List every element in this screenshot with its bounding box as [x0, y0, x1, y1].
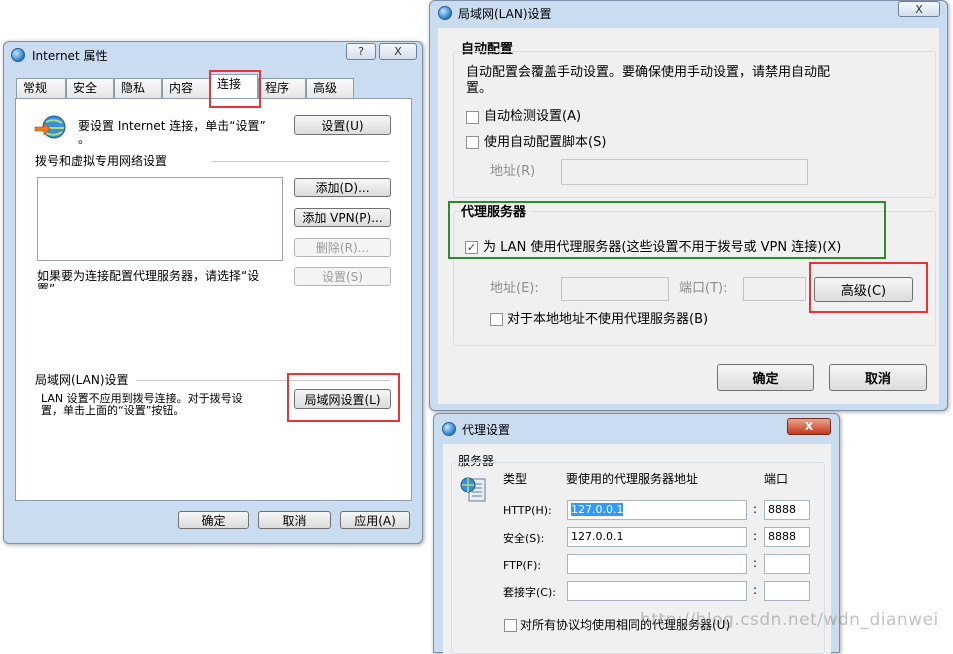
lan-ok-button[interactable]: 确定	[717, 364, 814, 391]
inet-title: Internet 属性	[32, 49, 108, 63]
tab-advanced[interactable]: 高级	[306, 78, 354, 98]
add-connection-button[interactable]: 添加(D)...	[294, 178, 391, 197]
add-vpn-button[interactable]: 添加 VPN(P)...	[294, 208, 391, 227]
tab-programs[interactable]: 程序	[258, 78, 306, 98]
setup-button[interactable]: 设置(U)	[294, 115, 391, 135]
http-port-input[interactable]: 8888	[764, 500, 810, 520]
secure-address-input[interactable]: 127.0.0.1	[567, 527, 747, 547]
help-button[interactable]: ?	[346, 43, 376, 60]
internet-properties-window: Internet 属性 ? X 常规 安全 隐私 内容 程序 高级 连接 要设置…	[3, 41, 423, 544]
proxy-hint-cont: 置”。	[37, 282, 68, 289]
apply-button[interactable]: 应用(A)	[340, 511, 410, 529]
close-icon[interactable]: X	[379, 43, 417, 60]
ftp-colon: :	[753, 556, 758, 570]
col-address-header: 要使用的代理服务器地址	[566, 472, 699, 486]
lan-description-cont: 置，单击上面的“设置”按钮。	[41, 404, 185, 417]
proxy-port-label: 端口(T):	[679, 281, 728, 296]
socks-type-label: 套接字(C):	[503, 586, 556, 599]
auto-detect-label[interactable]: 自动检测设置(A)	[484, 110, 581, 124]
socks-address-input[interactable]	[567, 581, 747, 601]
tab-privacy[interactable]: 隐私	[114, 78, 162, 98]
delete-connection-button[interactable]: 删除(R)...	[294, 238, 391, 257]
highlight-use-proxy	[448, 201, 886, 259]
lan-titlebar[interactable]: 局域网(LAN)设置 X	[430, 1, 947, 23]
bypass-local-label[interactable]: 对于本地地址不使用代理服务器(B)	[507, 313, 708, 327]
ok-button[interactable]: 确定	[178, 511, 249, 529]
connection-settings-button[interactable]: 设置(S)	[294, 267, 391, 286]
secure-colon: :	[753, 529, 758, 543]
col-type-header: 类型	[503, 472, 528, 486]
servers-icon	[459, 473, 491, 505]
globe-icon	[11, 48, 25, 62]
proxy-title: 代理设置	[462, 423, 511, 437]
http-colon: :	[753, 502, 758, 516]
col-port-header: 端口	[764, 472, 789, 486]
secure-type-label: 安全(S):	[503, 532, 545, 545]
auto-config-description: 自动配置会覆盖手动设置。要确保使用手动设置，请禁用自动配	[466, 65, 831, 80]
ftp-type-label: FTP(F):	[503, 559, 542, 572]
secure-port-input[interactable]: 8888	[764, 527, 810, 547]
http-type-label: HTTP(H):	[503, 504, 552, 517]
tab-general[interactable]: 常规	[16, 78, 66, 98]
globe-icon	[438, 6, 452, 20]
proxy-address-input[interactable]	[561, 277, 669, 301]
socks-colon: :	[753, 583, 758, 597]
cancel-button[interactable]: 取消	[258, 511, 331, 529]
tab-security[interactable]: 安全	[66, 78, 114, 98]
highlight-lan-settings	[287, 373, 400, 422]
dialup-heading: 拨号和虚拟专用网络设置	[35, 154, 168, 168]
inet-titlebar[interactable]: Internet 属性 ? X	[4, 42, 422, 64]
lan-settings-window: 局域网(LAN)设置 X 自动配置 自动配置会覆盖手动设置。要确保使用手动设置，…	[429, 0, 948, 411]
connections-listbox[interactable]	[37, 177, 283, 261]
http-address-value: 127.0.0.1	[571, 503, 624, 516]
proxy-hint: 如果要为连接配置代理服务器，请选择“设	[37, 269, 260, 283]
setup-description: 要设置 Internet 连接，单击“设置”	[78, 119, 266, 133]
auto-detect-checkbox[interactable]	[466, 111, 479, 124]
highlight-advanced	[809, 262, 928, 313]
auto-config-description-cont: 置。	[466, 81, 493, 96]
setup-description-cont: 。	[78, 132, 91, 146]
close-icon[interactable]: X	[787, 418, 831, 435]
dialup-separator	[212, 161, 390, 162]
lan-heading: 局域网(LAN)设置	[35, 373, 129, 387]
proxy-titlebar[interactable]: 代理设置 X	[434, 414, 839, 437]
script-address-input[interactable]	[561, 159, 808, 185]
socks-port-input[interactable]	[764, 581, 810, 601]
ftp-port-input[interactable]	[764, 554, 810, 574]
proxy-address-label: 地址(E):	[490, 281, 539, 296]
lan-cancel-button[interactable]: 取消	[829, 364, 927, 391]
close-icon[interactable]: X	[898, 1, 940, 17]
lan-title: 局域网(LAN)设置	[458, 7, 552, 21]
ftp-address-input[interactable]	[567, 554, 747, 574]
auto-script-checkbox[interactable]	[466, 136, 479, 149]
bypass-local-checkbox[interactable]	[490, 313, 503, 326]
globe-icon	[442, 422, 456, 436]
highlight-tab-connections	[209, 70, 261, 108]
http-address-input[interactable]: 127.0.0.1	[567, 500, 747, 520]
network-setup-icon	[34, 114, 68, 140]
same-proxy-checkbox[interactable]	[504, 619, 517, 632]
proxy-port-input[interactable]	[743, 277, 806, 301]
watermark: http://blog.csdn.net/wdn_dianwei	[640, 610, 939, 630]
script-address-label: 地址(R)	[490, 164, 536, 179]
auto-script-label[interactable]: 使用自动配置脚本(S)	[484, 136, 606, 150]
tab-content[interactable]: 内容	[162, 78, 210, 98]
